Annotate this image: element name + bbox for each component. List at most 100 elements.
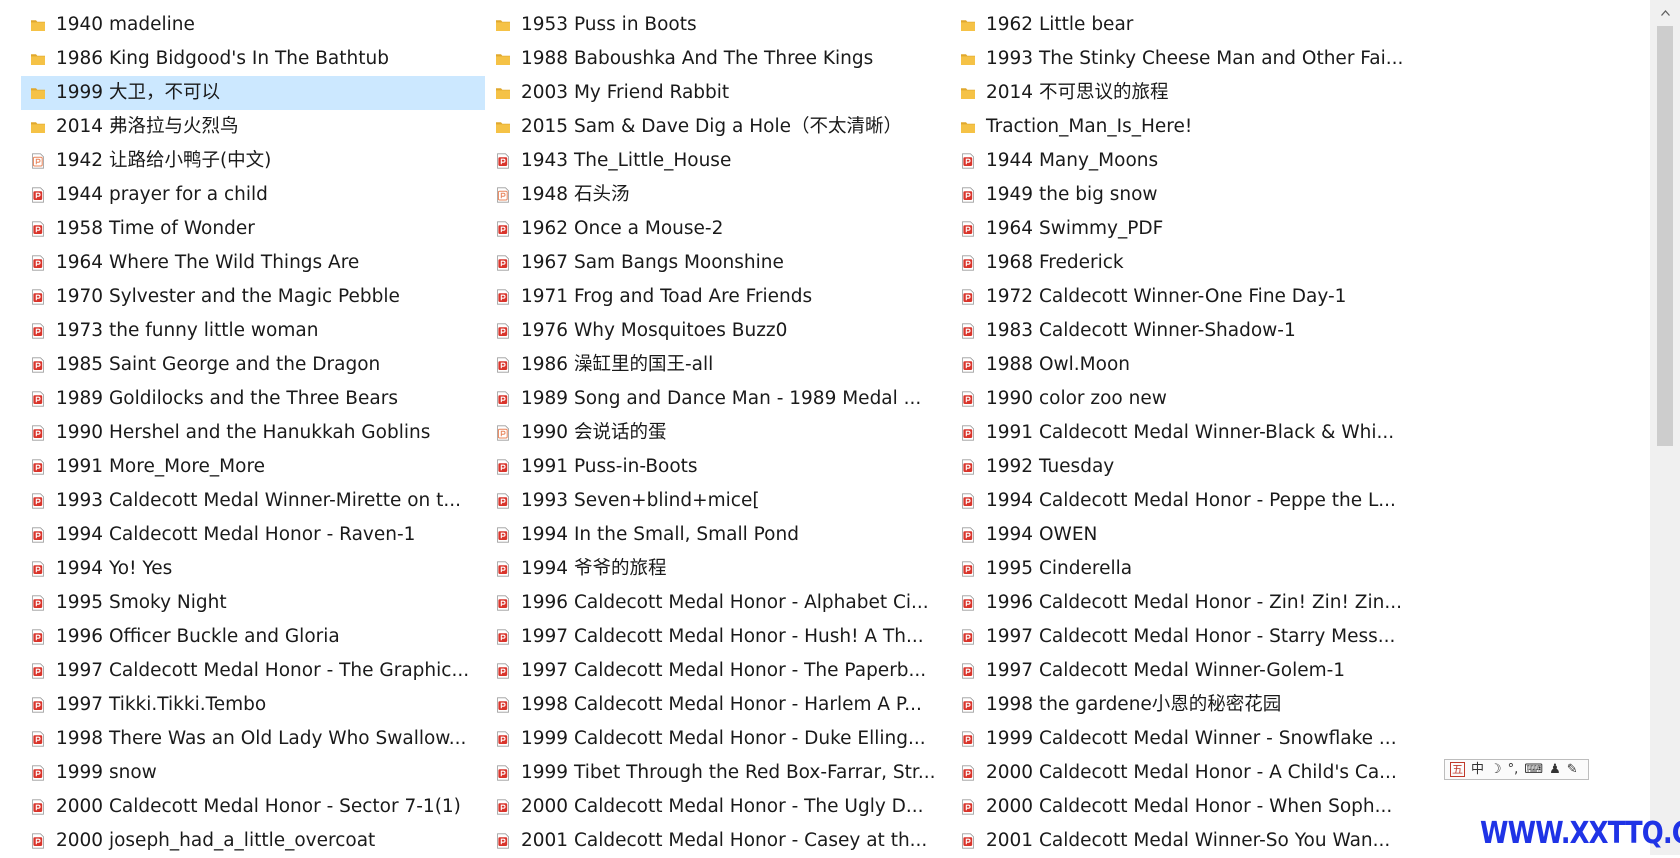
file-item[interactable]: 1999 Tibet Through the Red Box-Farrar, S… — [486, 756, 950, 790]
file-item[interactable]: 1985 Saint George and the Dragon — [21, 348, 485, 382]
file-item[interactable]: 1986 澡缸里的国王-all — [486, 348, 950, 382]
file-item[interactable]: 1996 Officer Buckle and Gloria — [21, 620, 485, 654]
file-item[interactable]: 1995 Cinderella — [951, 552, 1415, 586]
file-item[interactable]: 1971 Frog and Toad Are Friends — [486, 280, 950, 314]
file-item[interactable]: 1972 Caldecott Winner-One Fine Day-1 — [951, 280, 1415, 314]
file-item[interactable]: 1989 Song and Dance Man - 1989 Medal ... — [486, 382, 950, 416]
file-item[interactable]: 1944 Many_Moons — [951, 144, 1415, 178]
folder-item[interactable]: Traction_Man_Is_Here! — [951, 110, 1415, 144]
file-item[interactable]: 1964 Swimmy_PDF — [951, 212, 1415, 246]
scroll-up-icon[interactable] — [1650, 0, 1680, 26]
file-item[interactable]: 1997 Caldecott Medal Honor - The Graphic… — [21, 654, 485, 688]
file-item[interactable]: 1991 Caldecott Medal Winner-Black & Whi.… — [951, 416, 1415, 450]
file-name-label: 1999 Caldecott Medal Honor - Duke Elling… — [521, 728, 926, 749]
pdf-file-icon — [960, 697, 976, 713]
file-item[interactable]: 1964 Where The Wild Things Are — [21, 246, 485, 280]
file-name-label: 1983 Caldecott Winner-Shadow-1 — [986, 320, 1296, 341]
file-item[interactable]: 2000 Caldecott Medal Honor - When Soph..… — [951, 790, 1415, 824]
file-name-label: 1976 Why Mosquitoes Buzz0 — [521, 320, 788, 341]
ime-punctuation-icon[interactable]: °, — [1508, 761, 1519, 779]
file-item[interactable]: 1999 Caldecott Medal Honor - Duke Elling… — [486, 722, 950, 756]
file-item[interactable]: 1990 color zoo new — [951, 382, 1415, 416]
file-item[interactable]: 1988 Owl.Moon — [951, 348, 1415, 382]
file-name-label: 1992 Tuesday — [986, 456, 1115, 477]
ime-user-icon[interactable]: ♟ — [1549, 761, 1561, 779]
file-item[interactable]: 2000 Caldecott Medal Honor - Sector 7-1(… — [21, 790, 485, 824]
file-name-label: 1970 Sylvester and the Magic Pebble — [56, 286, 400, 307]
ime-wubi-icon[interactable]: 五 — [1450, 762, 1465, 777]
file-item[interactable]: 1944 prayer for a child — [21, 178, 485, 212]
scroll-thumb[interactable] — [1657, 26, 1673, 446]
file-item[interactable]: 1998 Caldecott Medal Honor - Harlem A P.… — [486, 688, 950, 722]
file-item[interactable]: 1993 Caldecott Medal Winner-Mirette on t… — [21, 484, 485, 518]
file-item[interactable]: 1996 Caldecott Medal Honor - Alphabet Ci… — [486, 586, 950, 620]
file-item[interactable]: 2001 Caldecott Medal Winner-So You Wan..… — [951, 824, 1415, 858]
ime-keyboard-icon[interactable]: ⌨ — [1524, 761, 1543, 779]
file-item[interactable]: 1997 Caldecott Medal Honor - Starry Mess… — [951, 620, 1415, 654]
folder-item[interactable]: 1993 The Stinky Cheese Man and Other Fai… — [951, 42, 1415, 76]
file-item[interactable]: 1968 Frederick — [951, 246, 1415, 280]
file-item[interactable]: 1994 OWEN — [951, 518, 1415, 552]
file-column: 1940 madeline 1986 King Bidgood's In The … — [21, 8, 485, 858]
file-item[interactable]: 1994 Caldecott Medal Honor - Peppe the L… — [951, 484, 1415, 518]
file-item[interactable]: 1983 Caldecott Winner-Shadow-1 — [951, 314, 1415, 348]
file-item[interactable]: 1995 Smoky Night — [21, 586, 485, 620]
file-item[interactable]: 1998 the gardene小恩的秘密花园 — [951, 688, 1415, 722]
file-item[interactable]: 1991 Puss-in-Boots — [486, 450, 950, 484]
file-item[interactable]: 1970 Sylvester and the Magic Pebble — [21, 280, 485, 314]
file-item[interactable]: 1942 让路给小鸭子(中文) — [21, 144, 485, 178]
file-item[interactable]: 1997 Tikki.Tikki.Tembo — [21, 688, 485, 722]
file-item[interactable]: 1997 Caldecott Medal Honor - The Paperb.… — [486, 654, 950, 688]
file-item[interactable]: 1948 石头汤 — [486, 178, 950, 212]
file-item[interactable]: 1993 Seven+blind+mice[ — [486, 484, 950, 518]
file-name-label: 1996 Caldecott Medal Honor - Alphabet Ci… — [521, 592, 929, 613]
file-item[interactable]: 1976 Why Mosquitoes Buzz0 — [486, 314, 950, 348]
file-item[interactable]: 1997 Caldecott Medal Winner-Golem-1 — [951, 654, 1415, 688]
pdf-file-icon — [30, 289, 46, 305]
folder-item[interactable]: 2003 My Friend Rabbit — [486, 76, 950, 110]
file-item[interactable]: 1967 Sam Bangs Moonshine — [486, 246, 950, 280]
ime-moon-icon[interactable]: ☽ — [1490, 761, 1502, 779]
file-item[interactable]: 1999 Caldecott Medal Winner - Snowflake … — [951, 722, 1415, 756]
file-name-label: 2001 Caldecott Medal Winner-So You Wan..… — [986, 830, 1391, 851]
folder-item[interactable]: 1953 Puss in Boots — [486, 8, 950, 42]
pdf-file-icon — [960, 459, 976, 475]
folder-item[interactable]: 1940 madeline — [21, 8, 485, 42]
file-item[interactable]: 1958 Time of Wonder — [21, 212, 485, 246]
file-item[interactable]: 1994 爷爷的旅程 — [486, 552, 950, 586]
folder-item[interactable]: 1999 大卫，不可以 — [21, 76, 485, 110]
vertical-scrollbar[interactable] — [1650, 0, 1680, 855]
folder-item[interactable]: 1986 King Bidgood's In The Bathtub — [21, 42, 485, 76]
folder-item[interactable]: 1988 Baboushka And The Three Kings — [486, 42, 950, 76]
pdf-file-icon — [495, 799, 511, 815]
file-item[interactable]: 2000 Caldecott Medal Honor - A Child's C… — [951, 756, 1415, 790]
folder-item[interactable]: 1962 Little bear — [951, 8, 1415, 42]
file-item[interactable]: 1973 the funny little woman — [21, 314, 485, 348]
file-item[interactable]: 1990 Hershel and the Hanukkah Goblins — [21, 416, 485, 450]
file-item[interactable]: 2000 Caldecott Medal Honor - The Ugly D.… — [486, 790, 950, 824]
file-item[interactable]: 2000 joseph_had_a_little_overcoat — [21, 824, 485, 858]
file-item[interactable]: 1994 Yo! Yes — [21, 552, 485, 586]
folder-item[interactable]: 2014 不可思议的旅程 — [951, 76, 1415, 110]
file-item[interactable]: 1962 Once a Mouse-2 — [486, 212, 950, 246]
file-item[interactable]: 1992 Tuesday — [951, 450, 1415, 484]
file-item[interactable]: 1990 会说话的蛋 — [486, 416, 950, 450]
file-item[interactable]: 1998 There Was an Old Lady Who Swallow..… — [21, 722, 485, 756]
file-item[interactable]: 1994 Caldecott Medal Honor - Raven-1 — [21, 518, 485, 552]
pdf-file-icon — [495, 459, 511, 475]
file-item[interactable]: 1996 Caldecott Medal Honor - Zin! Zin! Z… — [951, 586, 1415, 620]
folder-item[interactable]: 2015 Sam & Dave Dig a Hole（不太清晰） — [486, 110, 950, 144]
file-item[interactable]: 1999 snow — [21, 756, 485, 790]
file-item[interactable]: 1994 In the Small, Small Pond — [486, 518, 950, 552]
file-item[interactable]: 1943 The_Little_House — [486, 144, 950, 178]
file-item[interactable]: 1989 Goldilocks and the Three Bears — [21, 382, 485, 416]
file-item[interactable]: 1949 the big snow — [951, 178, 1415, 212]
ime-chinese-mode[interactable]: 中 — [1471, 761, 1484, 779]
folder-icon — [960, 17, 976, 33]
file-item[interactable]: 1997 Caldecott Medal Honor - Hush! A Th.… — [486, 620, 950, 654]
ime-tool-icon[interactable]: ✎ — [1567, 761, 1578, 779]
file-item[interactable]: 2001 Caldecott Medal Honor - Casey at th… — [486, 824, 950, 858]
pdf-file-icon — [960, 289, 976, 305]
file-item[interactable]: 1991 More_More_More — [21, 450, 485, 484]
folder-item[interactable]: 2014 弗洛拉与火烈鸟 — [21, 110, 485, 144]
